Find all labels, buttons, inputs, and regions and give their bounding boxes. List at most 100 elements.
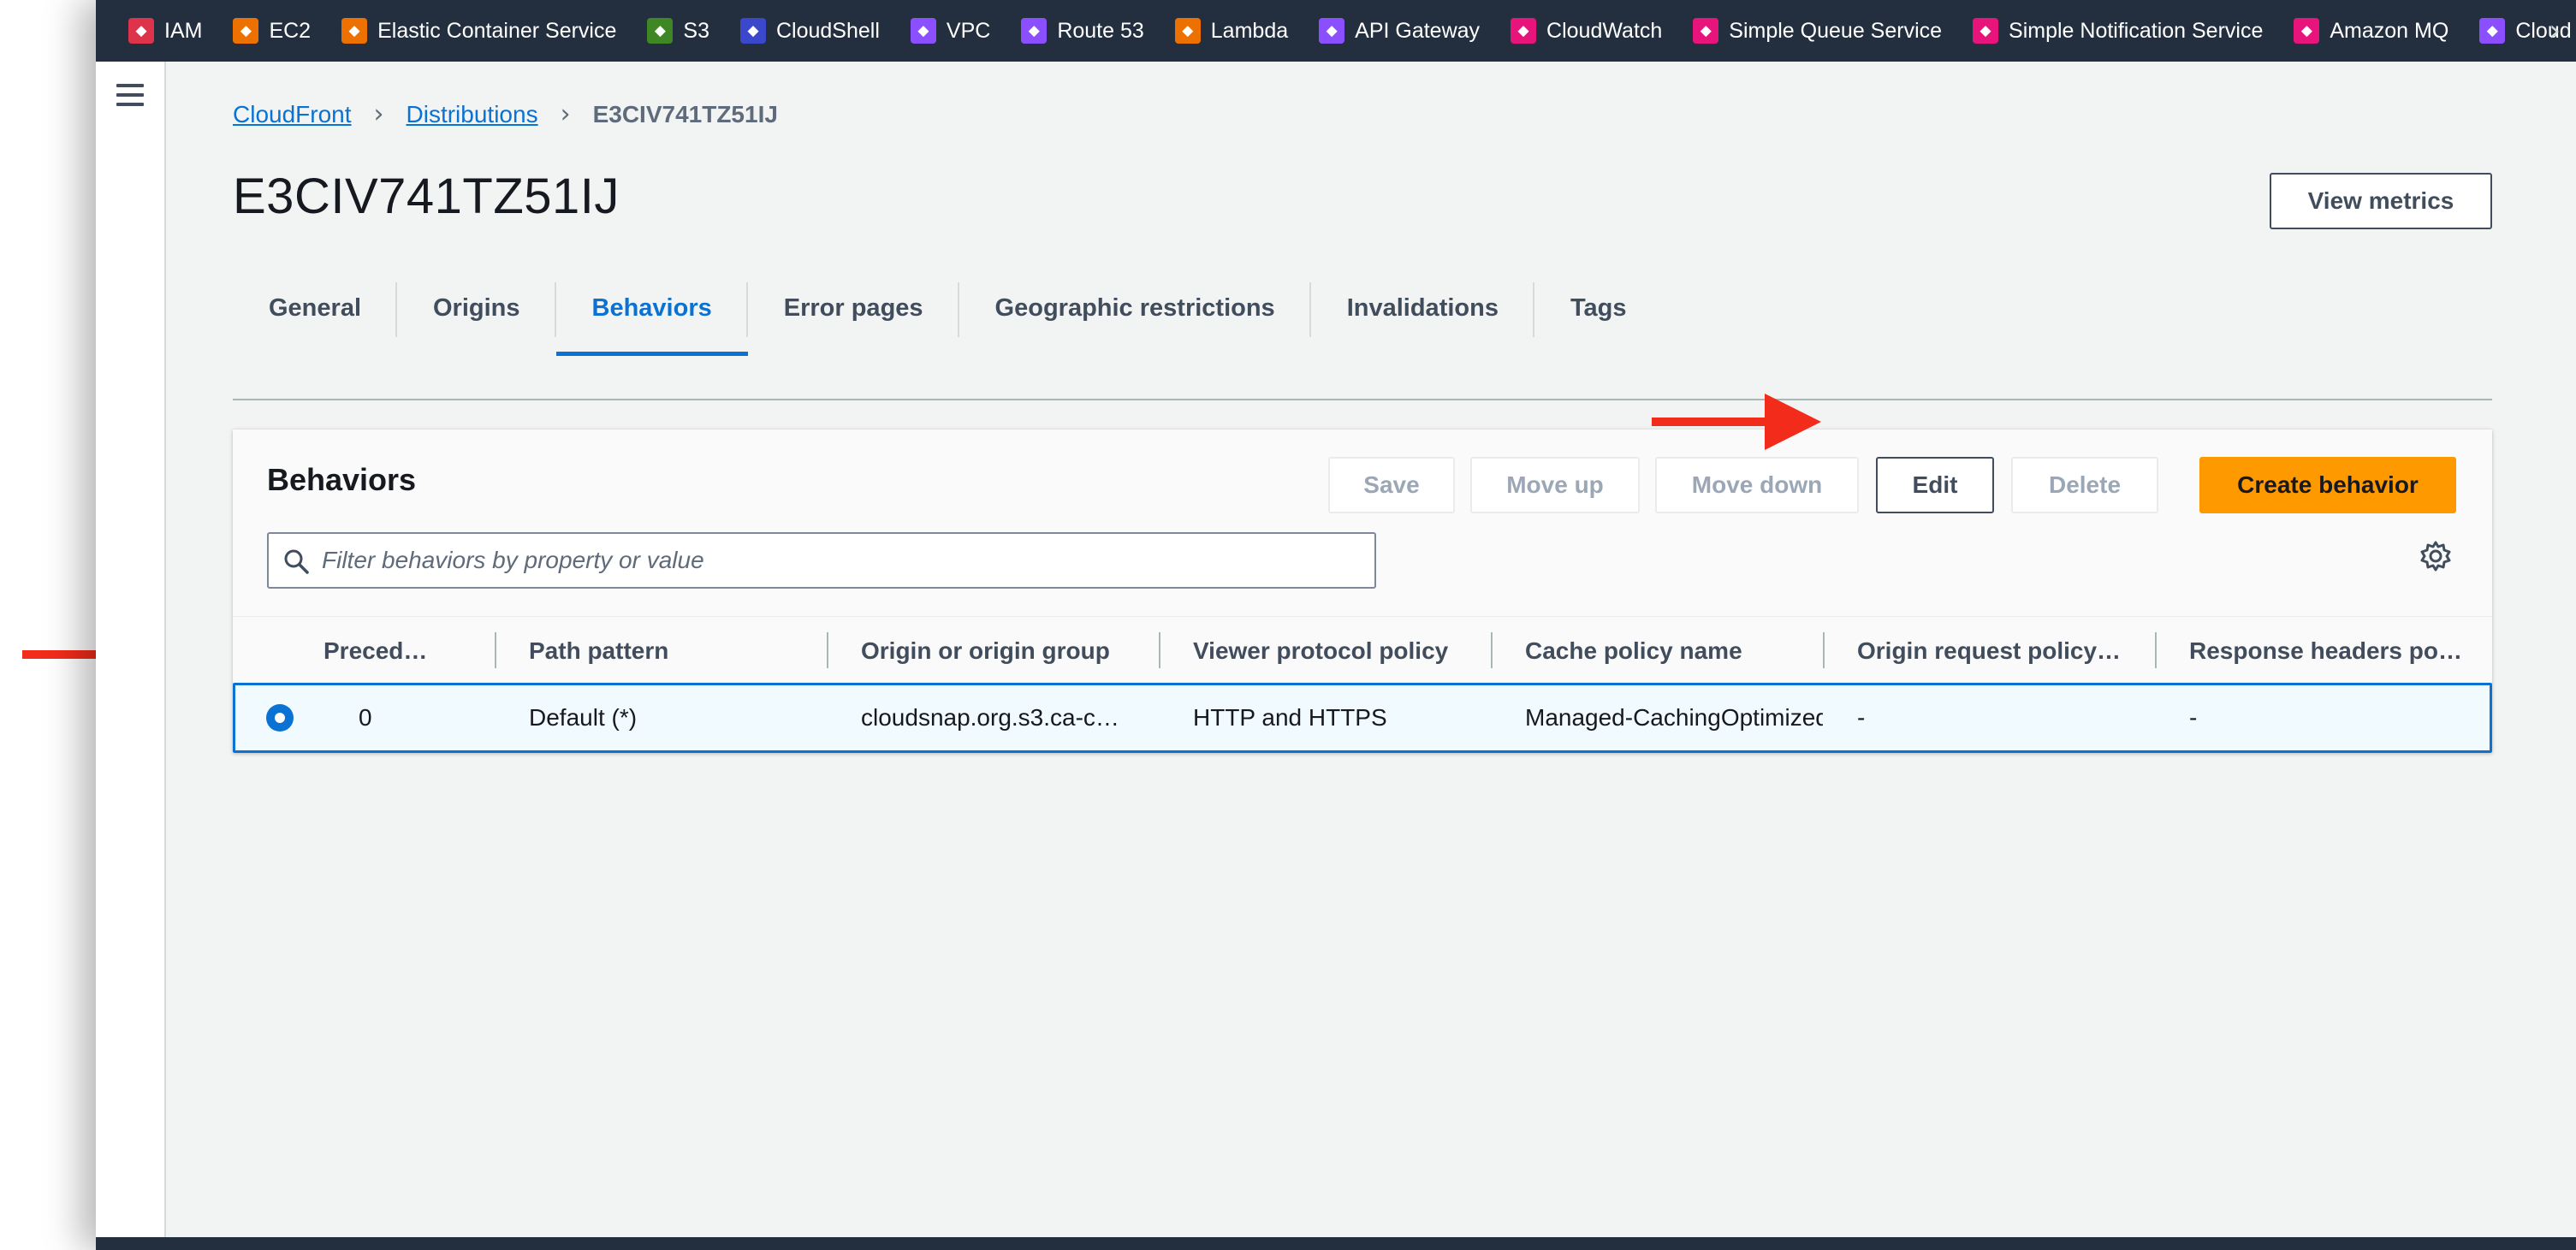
distribution-tabs: General Origins Behaviors Error pages Ge…	[233, 264, 2492, 400]
service-shortcut[interactable]: ◆ Simple Notification Service	[1973, 18, 2263, 44]
cloud-service-icon: ◆	[2479, 18, 2506, 44]
create-behavior-button[interactable]: Create behavior	[2199, 457, 2456, 513]
tab-label: Invalidations	[1346, 293, 1499, 322]
service-shortcut[interactable]: ◆ API Gateway	[1319, 18, 1480, 44]
tab-label: Error pages	[783, 293, 923, 322]
behaviors-panel: Behaviors Save Move up Move down Edit De…	[233, 430, 2492, 753]
menu-icon[interactable]	[116, 84, 144, 112]
behaviors-table-header: Preced… Path pattern Origin or origin gr…	[233, 616, 2492, 684]
service-shortcut[interactable]: ◆ VPC	[910, 18, 991, 44]
tab-label: Tags	[1570, 293, 1627, 322]
column-header[interactable]: Path pattern	[495, 617, 825, 685]
behaviors-title: Behaviors	[267, 462, 417, 497]
column-header[interactable]: Origin request policy…	[1823, 617, 2155, 685]
service-favorites-bar: ◆ IAM ◆ EC2 ◆ Elastic Container Service ◆ S3 ◆ Cl…	[96, 0, 2576, 62]
view-metrics-button[interactable]: View metrics	[2270, 173, 2492, 229]
annotation-arrow-edit	[1652, 394, 1821, 450]
vpc-icon: ◆	[910, 18, 936, 44]
breadcrumb-distributions[interactable]: Distributions	[407, 101, 538, 128]
save-button[interactable]: Save	[1328, 457, 1455, 513]
filter-behaviors-input[interactable]	[322, 541, 1357, 580]
service-shortcut-label: Route 53	[1057, 18, 1144, 43]
gear-icon[interactable]	[2419, 539, 2453, 573]
row-radio-selected[interactable]	[266, 704, 294, 732]
column-label: Response headers po…	[2189, 637, 2462, 664]
service-shortcut-label: Elastic Container Service	[377, 18, 617, 43]
column-header[interactable]: Cache policy name	[1491, 617, 1823, 685]
lambda-icon: ◆	[1174, 18, 1201, 44]
service-shortcut-label: CloudShell	[775, 18, 880, 43]
tab-origins[interactable]: Origins	[397, 264, 556, 352]
side-navigation	[96, 62, 166, 1250]
cloudshell-icon: ◆	[739, 18, 766, 44]
cell-precedence: 0	[359, 704, 372, 731]
tab-tags[interactable]: Tags	[1534, 264, 1663, 352]
service-shortcut[interactable]: ◆ Elastic Container Service	[341, 18, 616, 44]
column-header[interactable]: Preced…	[281, 617, 452, 685]
move-down-button[interactable]: Move down	[1655, 457, 1859, 513]
column-label: Path pattern	[529, 637, 669, 664]
tab-label: General	[269, 293, 361, 322]
column-label: Viewer protocol policy	[1193, 637, 1449, 664]
chevron-right-icon[interactable]: ›	[2549, 14, 2561, 48]
tab-label: Geographic restrictions	[994, 293, 1275, 322]
delete-button[interactable]: Delete	[2011, 457, 2158, 513]
search-icon	[284, 549, 309, 574]
breadcrumb-cloudfront[interactable]: CloudFront	[233, 101, 352, 128]
column-label: Cache policy name	[1525, 637, 1742, 664]
service-shortcut-label: Cloud	[2515, 18, 2572, 43]
sqs-icon: ◆	[1693, 18, 1719, 44]
cell-path-pattern: Default (*)	[529, 704, 638, 731]
service-shortcut[interactable]: ◆ Route 53	[1021, 18, 1144, 44]
service-shortcut[interactable]: ◆ Amazon MQ	[2294, 18, 2448, 44]
breadcrumb: CloudFront › Distributions › E3CIV741TZ5…	[233, 99, 778, 129]
tab-label: Behaviors	[591, 293, 712, 322]
tab-general[interactable]: General	[233, 264, 397, 352]
column-header[interactable]: Origin or origin group	[827, 617, 1159, 685]
console-footer	[96, 1237, 2576, 1250]
tab-error-pages[interactable]: Error pages	[748, 264, 959, 352]
service-shortcut-label: Simple Queue Service	[1729, 18, 1943, 43]
tab-behaviors[interactable]: Behaviors	[555, 264, 748, 356]
ec2-icon: ◆	[233, 18, 259, 44]
tab-invalidations[interactable]: Invalidations	[1311, 264, 1535, 352]
service-shortcut[interactable]: ◆ CloudWatch	[1511, 18, 1662, 44]
service-shortcut[interactable]: ◆ Lambda	[1174, 18, 1289, 44]
service-shortcut[interactable]: ◆ CloudShell	[739, 18, 880, 44]
move-up-button[interactable]: Move up	[1470, 457, 1640, 513]
cell-viewer-protocol: HTTP and HTTPS	[1193, 704, 1387, 731]
service-shortcut-label: VPC	[946, 18, 991, 43]
api-gateway-icon: ◆	[1319, 18, 1345, 44]
table-row[interactable]: 0 Default (*) cloudsnap.org.s3.ca-c… HTT…	[233, 683, 2492, 753]
chevron-right-icon: ›	[560, 99, 571, 129]
behaviors-header: Behaviors Save Move up Move down Edit De…	[233, 430, 2492, 616]
service-shortcut[interactable]: ◆ IAM	[128, 18, 202, 44]
browser-window: ◆ IAM ◆ EC2 ◆ Elastic Container Service ◆ S3 ◆ Cl…	[96, 0, 2576, 1250]
column-header[interactable]: Response headers po…	[2155, 617, 2492, 685]
breadcrumb-current: E3CIV741TZ51IJ	[592, 100, 778, 127]
service-shortcut[interactable]: ◆ Simple Queue Service	[1693, 18, 1942, 44]
service-shortcut-label: Lambda	[1210, 18, 1289, 43]
sns-icon: ◆	[1973, 18, 1999, 44]
service-shortcut[interactable]: ◆ S3	[647, 18, 709, 44]
column-header[interactable]: Viewer protocol policy	[1159, 617, 1491, 685]
tab-geographic-restrictions[interactable]: Geographic restrictions	[959, 264, 1311, 352]
filter-behaviors-field[interactable]	[267, 532, 1376, 589]
column-label: Origin request policy…	[1857, 637, 2122, 664]
service-shortcut[interactable]: ◆ EC2	[233, 18, 311, 44]
tab-label: Origins	[433, 293, 520, 322]
service-shortcut-label: API Gateway	[1355, 18, 1481, 43]
column-label: Origin or origin group	[861, 637, 1110, 664]
s3-icon: ◆	[647, 18, 674, 44]
cell-response-headers-policy: -	[2189, 704, 2198, 731]
service-shortcut-label: EC2	[269, 18, 312, 43]
page-title: E3CIV741TZ51IJ	[233, 169, 620, 224]
ecs-icon: ◆	[341, 18, 368, 44]
cell-origin: cloudsnap.org.s3.ca-c…	[861, 704, 1119, 731]
service-shortcut-label: Simple Notification Service	[2009, 18, 2264, 43]
edit-button[interactable]: Edit	[1876, 457, 1994, 513]
iam-icon: ◆	[128, 18, 154, 44]
column-label: Preced…	[323, 637, 428, 664]
service-shortcut-label: CloudWatch	[1546, 18, 1663, 43]
service-shortcut-label: Amazon MQ	[2330, 18, 2449, 43]
